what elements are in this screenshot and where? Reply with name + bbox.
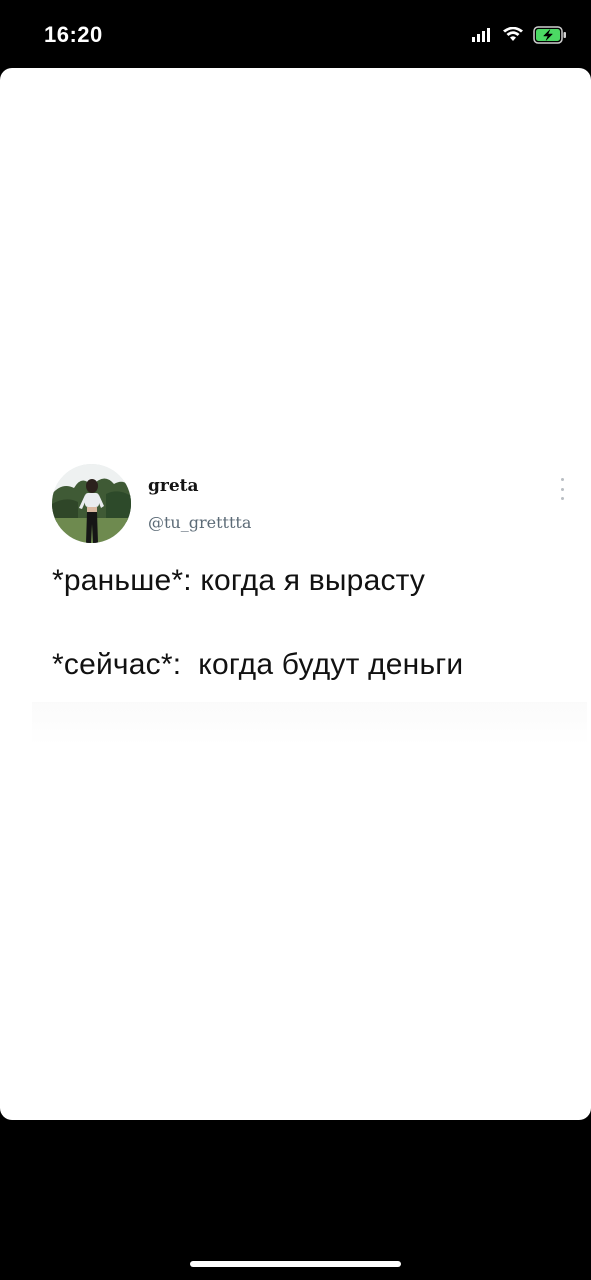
- user-handle[interactable]: @tu_gretttta: [148, 513, 251, 532]
- cellular-signal-icon: [471, 27, 493, 43]
- status-icons: [471, 26, 567, 44]
- status-bar: 16:20: [0, 0, 591, 68]
- display-name[interactable]: greta: [148, 476, 199, 496]
- avatar[interactable]: [52, 464, 131, 543]
- home-indicator[interactable]: [190, 1261, 401, 1267]
- tweet-card: greta @tu_gretttta *раньше*: когда я выр…: [32, 446, 587, 746]
- tweet-text-line: *раньше*: когда я вырасту: [52, 564, 426, 597]
- more-options-icon[interactable]: [552, 478, 572, 500]
- tweet-text-line: *сейчас*: когда будут деньги: [52, 648, 464, 681]
- tweet-edge-fade: [32, 702, 587, 746]
- content-sheet: greta @tu_gretttta *раньше*: когда я выр…: [0, 68, 591, 1120]
- battery-charging-icon: [533, 26, 567, 44]
- wifi-icon: [502, 27, 524, 43]
- status-time: 16:20: [44, 22, 103, 47]
